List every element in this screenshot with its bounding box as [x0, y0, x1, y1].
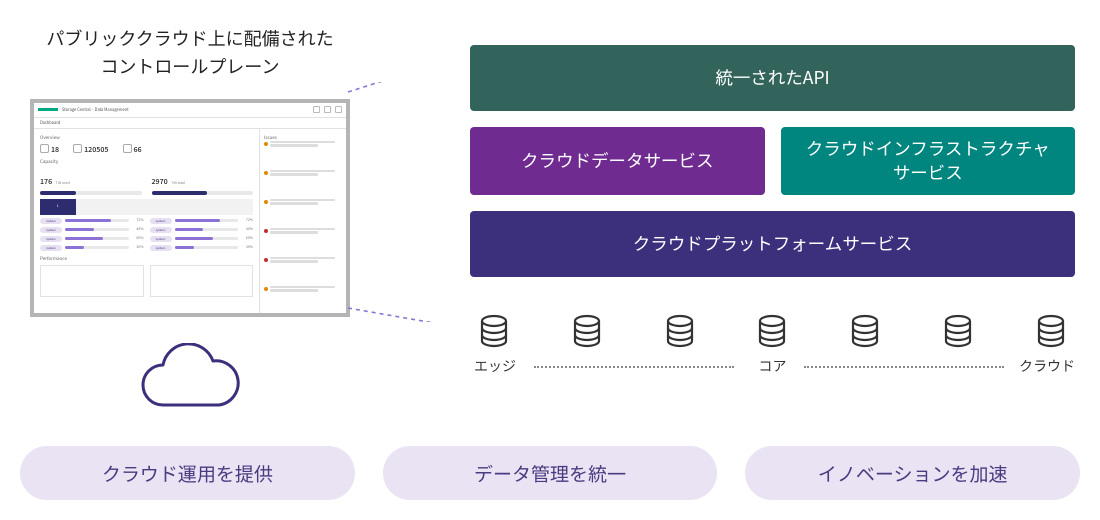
issues-list [264, 141, 342, 310]
capacity-1-fill [40, 191, 76, 195]
dashboard-brand-title: Storage Central · Data Management [62, 107, 129, 113]
capacity-1-value: 176 [40, 177, 52, 187]
control-plane-title-line2: コントロールプレーン [100, 53, 279, 79]
edge-core-cloud-row: エッジ コア クラウド [470, 314, 1075, 378]
cloud-icon [125, 343, 255, 423]
db-label-core: コア [759, 356, 787, 376]
perspective-lines [344, 82, 474, 322]
system-chip: system [150, 218, 172, 224]
brand-mark [38, 108, 58, 111]
database-icon [940, 314, 976, 350]
cloud-icon-wrap [20, 343, 360, 423]
block-cloud-infra-services: クラウドインフラストラクチャ サービス [781, 127, 1076, 195]
system-chip: system [40, 227, 62, 233]
dashboard-topbar: Storage Central · Data Management [34, 103, 346, 118]
capacity-2-fill [152, 191, 208, 195]
capacity-1-unit: TiB used [56, 181, 70, 186]
pill-unify-data: データ管理を統一 [383, 446, 718, 500]
issue-item [264, 286, 342, 310]
issue-item [264, 228, 342, 252]
list-item-pct: 72% [132, 218, 144, 223]
list-item-pct: 45% [241, 227, 253, 232]
list-item: system 45% [150, 227, 254, 233]
performance-charts [40, 265, 253, 297]
capacity-2-value: 2970 [152, 177, 168, 187]
dashboard-tab-active: 1 [40, 199, 76, 215]
db-label-cloud: クラウド [1019, 356, 1075, 376]
db-label-edge: エッジ [474, 356, 516, 376]
list-item: system 60% [40, 236, 144, 242]
control-plane-title-line1: パブリッククラウド上に配備された [46, 25, 333, 51]
database-icon [847, 314, 883, 350]
dashboard-lists: system 72% system 45% system 60% system 30% sys… [40, 218, 253, 254]
capacity-bars: 176 TiB used 2970 TiB total [40, 165, 253, 195]
pill-cloud-ops: クラウド運用を提供 [20, 446, 355, 500]
block-unified-api: 統一されたAPI [470, 45, 1075, 111]
pill-cloud-ops-label: クラウド運用を提供 [102, 460, 273, 487]
database-icon [662, 314, 698, 350]
list-item-pct: 30% [241, 245, 253, 250]
system-chip: system [150, 245, 172, 251]
issue-item [264, 199, 342, 223]
list-item: system 72% [40, 218, 144, 224]
block-cloud-platform-services-label: クラウドプラットフォームサービス [633, 232, 912, 256]
database-icon [569, 314, 605, 350]
performance-label: Performance [40, 256, 253, 262]
block-cloud-data-services: クラウドデータサービス [470, 127, 765, 195]
list-item: system 30% [40, 245, 144, 251]
database-icon [1033, 314, 1069, 350]
issue-item [264, 141, 342, 165]
stat-3: 66 [134, 145, 142, 155]
control-plane-column: パブリッククラウド上に配備された コントロールプレーン Storage Cent… [20, 25, 360, 423]
stat-2: 120505 [84, 145, 108, 155]
list-item: system 72% [150, 218, 254, 224]
overview-stats: 18 120505 66 [40, 143, 253, 155]
list-item-pct: 30% [132, 245, 144, 250]
list-item: system 30% [150, 245, 254, 251]
database-icons [470, 314, 1075, 350]
system-chip: system [40, 245, 62, 251]
system-chip: system [40, 236, 62, 242]
database-icon [754, 314, 790, 350]
pill-unify-data-label: データ管理を統一 [474, 460, 626, 487]
list-item: system 60% [150, 236, 254, 242]
list-item-pct: 45% [132, 227, 144, 232]
list-item-pct: 60% [241, 236, 253, 241]
overview-label: Overview [40, 135, 253, 141]
block-cloud-infra-line2: サービス [893, 160, 963, 185]
dashboard-screenshot: Storage Central · Data Management Dashbo… [30, 99, 350, 317]
block-unified-api-label: 統一されたAPI [715, 66, 829, 90]
system-chip: system [40, 218, 62, 224]
control-plane-title: パブリッククラウド上に配備された コントロールプレーン [20, 25, 360, 81]
block-cloud-infra-line1: クラウドインフラストラクチャ [806, 136, 1050, 161]
list-item-pct: 60% [132, 236, 144, 241]
dashboard-tabs: 1 [40, 199, 253, 215]
benefit-pill-row: クラウド運用を提供 データ管理を統一 イノベーションを加速 [20, 446, 1080, 500]
database-icon [476, 314, 512, 350]
pill-accelerate-innovation: イノベーションを加速 [745, 446, 1080, 500]
list-item: system 45% [40, 227, 144, 233]
list-item-pct: 72% [241, 218, 253, 223]
block-cloud-platform-services: クラウドプラットフォームサービス [470, 211, 1075, 277]
block-cloud-data-services-label: クラウドデータサービス [521, 149, 714, 173]
db-dots-right [804, 366, 1004, 368]
pill-accelerate-innovation-label: イノベーションを加速 [818, 460, 1008, 487]
stat-1: 18 [51, 145, 59, 155]
db-dots-left [534, 366, 734, 368]
issue-item [264, 170, 342, 194]
system-chip: system [150, 236, 172, 242]
capacity-2-unit: TiB total [171, 181, 185, 186]
services-stack: 統一されたAPI クラウドデータサービス クラウドインフラストラクチャ サービス… [470, 45, 1075, 277]
dashboard-topbar-tools [313, 106, 346, 113]
issue-item [264, 257, 342, 281]
dashboard-page-label: Dashboard [34, 118, 346, 129]
system-chip: system [150, 227, 172, 233]
